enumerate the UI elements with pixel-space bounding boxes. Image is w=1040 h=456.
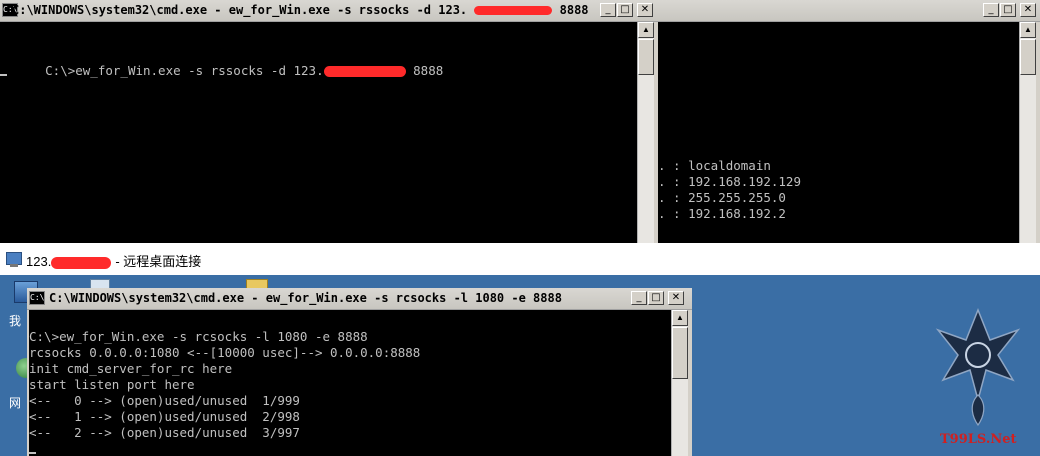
- minimize-button[interactable]: _: [631, 291, 647, 305]
- console-line: rcsocks 0.0.0.0:1080 <--[10000 usec]--> …: [29, 345, 421, 360]
- title-bar[interactable]: _ □ ✕: [656, 0, 1040, 22]
- scroll-thumb[interactable]: [638, 39, 654, 75]
- cmd-window-rcsocks: C:\ C:\WINDOWS\system32\cmd.exe - ew_for…: [27, 288, 692, 456]
- maximize-button[interactable]: □: [1000, 3, 1016, 17]
- console-line: . : localdomain: [658, 158, 771, 173]
- console-line: init cmd_server_for_rc here: [29, 361, 233, 376]
- minimize-button[interactable]: _: [600, 3, 616, 17]
- desktop-icon-label: 网: [9, 396, 22, 410]
- console-line: <-- 0 --> (open)used/unused 1/999: [29, 393, 300, 408]
- maximize-button[interactable]: □: [648, 291, 664, 305]
- window-title: C:\WINDOWS\system32\cmd.exe - ew_for_Win…: [49, 291, 562, 305]
- title-bar[interactable]: C:\ C:\WINDOWS\system32\cmd.exe - ew_for…: [0, 0, 656, 22]
- console-line: <-- 2 --> (open)used/unused 3/997: [29, 425, 300, 440]
- cmd-window-ipconfig: _ □ ✕ . : localdomain . : 192.168.192.12…: [656, 0, 1040, 243]
- scroll-up-arrow[interactable]: ▲: [672, 310, 688, 326]
- console-line: . : 192.168.192.2: [658, 206, 786, 221]
- console-output[interactable]: . : localdomain . : 192.168.192.129 . : …: [658, 22, 1021, 243]
- vertical-scrollbar[interactable]: ▲: [1019, 22, 1036, 243]
- redacted-ip-title: [474, 6, 553, 15]
- remote-desktop-icon: [6, 252, 22, 267]
- console-line: C:\>ew_for_Win.exe -s rssocks -d 123. 88…: [45, 63, 444, 78]
- cursor-caret: [0, 74, 7, 76]
- vertical-scrollbar[interactable]: ▲: [637, 22, 654, 243]
- console-line: C:\>ew_for_Win.exe -s rcsocks -l 1080 -e…: [29, 329, 368, 344]
- watermark-logo: [928, 300, 1028, 430]
- scroll-up-arrow[interactable]: ▲: [1020, 22, 1036, 38]
- title-bar[interactable]: C:\ C:\WINDOWS\system32\cmd.exe - ew_for…: [27, 288, 692, 310]
- scroll-thumb[interactable]: [1020, 39, 1036, 75]
- rdp-title-bar[interactable]: 123. - 远程桌面连接: [0, 243, 1040, 275]
- close-button[interactable]: ✕: [668, 291, 684, 305]
- console-line: . : 192.168.192.129: [658, 174, 801, 189]
- console-line: start listen port here: [29, 377, 195, 392]
- window-title: C:\WINDOWS\system32\cmd.exe - ew_for_Win…: [12, 3, 589, 17]
- desktop-icon-label: 我: [9, 314, 22, 328]
- cursor-caret: [29, 452, 36, 454]
- minimize-button[interactable]: _: [983, 3, 999, 17]
- cmd-window-rssocks: C:\ C:\WINDOWS\system32\cmd.exe - ew_for…: [0, 0, 656, 243]
- cmd-icon: C:\: [29, 291, 45, 305]
- watermark-text: T99LS.Net: [940, 432, 1017, 447]
- close-button[interactable]: ✕: [637, 3, 653, 17]
- console-output[interactable]: C:\>ew_for_Win.exe -s rcsocks -l 1080 -e…: [29, 310, 673, 456]
- maximize-button[interactable]: □: [617, 3, 633, 17]
- console-line: . : 255.255.255.0: [658, 190, 786, 205]
- vertical-scrollbar[interactable]: ▲: [671, 310, 688, 456]
- scroll-up-arrow[interactable]: ▲: [638, 22, 654, 38]
- close-button[interactable]: ✕: [1020, 3, 1036, 17]
- rdp-title: 123. - 远程桌面连接: [26, 254, 202, 269]
- redacted-ip: [323, 66, 406, 77]
- console-output[interactable]: C:\>ew_for_Win.exe -s rssocks -d 123. 88…: [0, 22, 637, 243]
- scroll-thumb[interactable]: [672, 327, 688, 379]
- console-line: <-- 1 --> (open)used/unused 2/998: [29, 409, 300, 424]
- redacted-ip: [51, 256, 112, 269]
